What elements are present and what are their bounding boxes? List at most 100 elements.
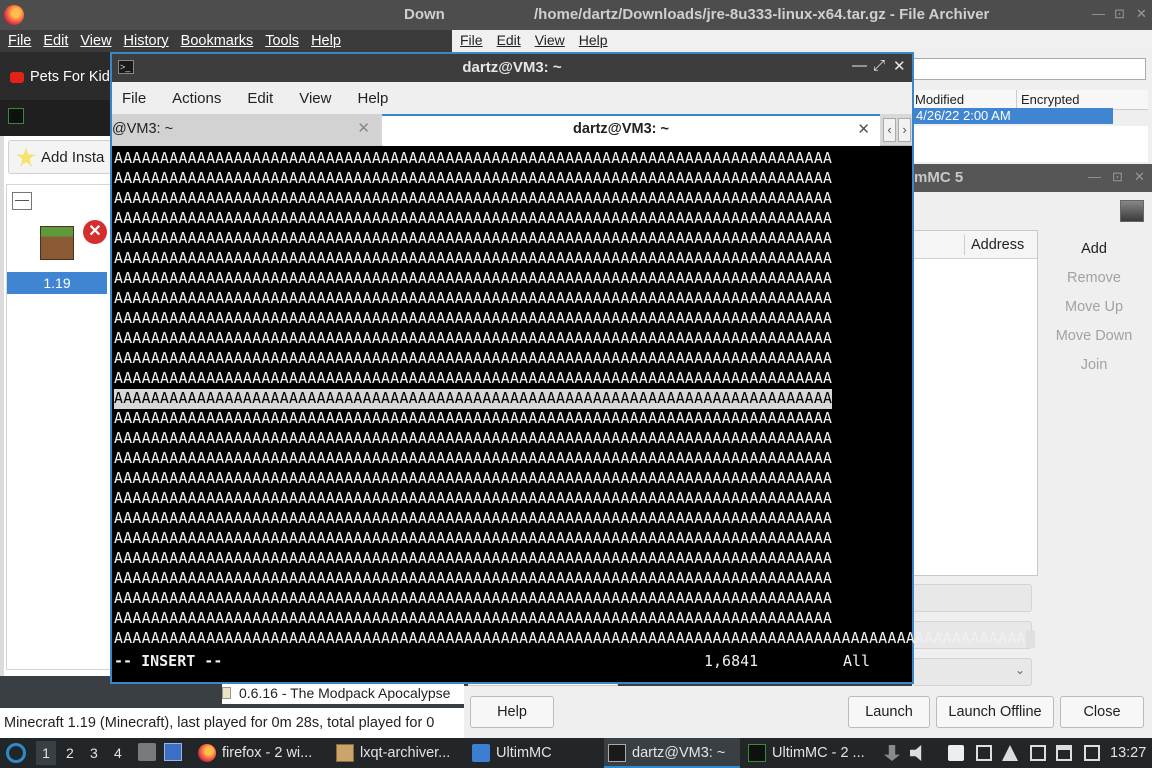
close-icon[interactable]: ✕	[1134, 169, 1145, 185]
archiver-row-selected[interactable]: 4/26/22 2:00 AM	[912, 108, 1113, 124]
terminal-line: AAAAAAAAAAAAAAAAAAAAAAAAAAAAAAAAAAAAAAAA…	[114, 550, 833, 567]
launch-offline-button[interactable]: Launch Offline	[936, 696, 1054, 728]
minimize-icon[interactable]: —	[1088, 169, 1101, 184]
minimize-icon[interactable]: —	[1092, 6, 1105, 21]
maximize-icon[interactable]: ⊡	[1112, 169, 1123, 185]
column-address[interactable]: Address	[971, 237, 1024, 253]
terminal-line: AAAAAAAAAAAAAAAAAAAAAAAAAAAAAAAAAAAAAAAA…	[114, 590, 833, 607]
terminal-output[interactable]: AAAAAAAAAAAAAAAAAAAAAAAAAAAAAAAAAAAAAAAA…	[114, 146, 1035, 680]
add-instance-button[interactable]: Add Insta	[8, 140, 112, 174]
task-terminal[interactable]: dartz@VM3: ~	[604, 738, 740, 768]
youtube-icon	[10, 71, 24, 83]
firefox-menubar: File Edit View History Bookmarks Tools H…	[0, 30, 460, 52]
firefox-toolbar-gap	[0, 52, 112, 62]
archiver-path-input[interactable]	[912, 58, 1146, 80]
keyboard-icon[interactable]	[1084, 745, 1100, 761]
terminal-menu-actions[interactable]: Actions	[172, 90, 221, 107]
collapse-group-icon[interactable]	[12, 192, 32, 210]
close-button[interactable]: Close	[1060, 696, 1144, 728]
close-icon[interactable]: ✕	[1136, 6, 1147, 22]
server-name-field[interactable]	[912, 584, 1032, 612]
start-menu-icon[interactable]	[6, 743, 26, 763]
close-tab-icon[interactable]: ✕	[357, 119, 370, 137]
firefox-menu-file[interactable]: File	[8, 33, 31, 49]
close-tab-icon[interactable]: ✕	[857, 120, 870, 138]
workspace-2[interactable]: 2	[66, 745, 74, 761]
terminal-line: AAAAAAAAAAAAAAAAAAAAAAAAAAAAAAAAAAAAAAAA…	[114, 370, 833, 387]
help-button[interactable]: Help	[470, 696, 554, 728]
archiver-titlebar: /home/dartz/Downloads/jre-8u333-linux-x6…	[452, 0, 1152, 30]
terminal-line: AAAAAAAAAAAAAAAAAAAAAAAAAAAAAAAAAAAAAAAA…	[114, 530, 833, 547]
firefox-bookmark-item[interactable]: Pets For Kid	[0, 62, 112, 92]
firefox-menu-history[interactable]: History	[124, 33, 169, 49]
firefox-menu-help[interactable]: Help	[311, 33, 341, 49]
terminal-line-highlighted: AAAAAAAAAAAAAAAAAAAAAAAAAAAAAAAAAAAAAAAA…	[114, 389, 833, 409]
move-down-button[interactable]: Move Down	[1044, 328, 1144, 344]
terminal-line: AAAAAAAAAAAAAAAAAAAAAAAAAAAAAAAAAAAAAAAA…	[114, 250, 833, 267]
file-manager-launcher-icon[interactable]	[138, 743, 156, 761]
firefox-menu-edit[interactable]: Edit	[43, 33, 68, 49]
add-server-button[interactable]: Add	[1044, 241, 1144, 257]
download-icon[interactable]	[884, 745, 900, 761]
close-icon[interactable]: ✕	[893, 57, 906, 75]
resource-pack-select[interactable]: ⌄	[912, 658, 1032, 686]
terminal-menu-view[interactable]: View	[299, 90, 331, 107]
task-archiver[interactable]: lxqt-archiver...	[332, 738, 450, 768]
error-icon: ✕	[83, 220, 107, 244]
archiver-file-list[interactable]	[912, 126, 1148, 162]
remove-server-button[interactable]: Remove	[1044, 270, 1144, 286]
archiver-menu-help[interactable]: Help	[579, 32, 608, 48]
tab-label: @VM3: ~	[112, 121, 174, 137]
terminal-menu-file[interactable]: File	[122, 90, 146, 107]
modpack-item[interactable]: 0.6.16 - The Modpack Apocalypse	[222, 682, 464, 704]
terminal-line: AAAAAAAAAAAAAAAAAAAAAAAAAAAAAAAAAAAAAAAA…	[114, 150, 833, 167]
tab-terminal-1[interactable]: @VM3: ~ ✕	[112, 114, 380, 146]
server-list[interactable]	[912, 230, 1038, 576]
instance-label-selected[interactable]: 1.19	[7, 272, 107, 294]
screen-icon[interactable]	[976, 745, 992, 761]
workspace-3[interactable]: 3	[90, 745, 98, 761]
terminal-line: AAAAAAAAAAAAAAAAAAAAAAAAAAAAAAAAAAAAAAAA…	[114, 490, 833, 507]
task-ultimmc[interactable]: UltimMC - 2 ...	[744, 738, 865, 768]
terminal-menubar: File Actions Edit View Help	[112, 82, 912, 114]
volume-icon[interactable]	[910, 745, 922, 761]
clock[interactable]: 13:27	[1110, 745, 1146, 761]
clipboard-icon[interactable]	[948, 745, 964, 761]
column-encrypted[interactable]: Encrypted	[1021, 92, 1080, 107]
maximize-icon[interactable]: ⤢	[873, 57, 885, 74]
firefox-menu-bookmarks[interactable]: Bookmarks	[181, 33, 254, 49]
star-icon	[17, 148, 35, 166]
firefox-icon	[4, 5, 24, 25]
terminal-menu-help[interactable]: Help	[357, 90, 388, 107]
minimize-icon[interactable]: —	[852, 57, 867, 74]
vim-cursor-position: 1,6841	[704, 652, 759, 670]
archiver-menu-view[interactable]: View	[535, 32, 565, 48]
archiver-menu-file[interactable]: File	[460, 32, 483, 48]
task-ultimmc-folder[interactable]: UltimMC	[468, 738, 552, 768]
move-up-button[interactable]: Move Up	[1044, 299, 1144, 315]
archiver-menu-edit[interactable]: Edit	[497, 32, 521, 48]
workspace-1[interactable]: 1	[36, 741, 56, 765]
vim-mode: -- INSERT --	[114, 652, 223, 670]
task-firefox[interactable]: firefox - 2 wi...	[194, 738, 312, 768]
show-desktop-icon[interactable]	[164, 743, 182, 761]
tab-scroll-left-icon[interactable]: ‹	[883, 118, 896, 142]
firefox-menu-tools[interactable]: Tools	[265, 33, 299, 49]
terminal-line: AAAAAAAAAAAAAAAAAAAAAAAAAAAAAAAAAAAAAAAA…	[114, 190, 833, 207]
terminal-menu-edit[interactable]: Edit	[247, 90, 273, 107]
column-modified[interactable]: Modified	[915, 92, 964, 107]
archiver-menubar: File Edit View Help	[452, 30, 1152, 50]
task-label: firefox - 2 wi...	[222, 745, 313, 761]
display-icon[interactable]	[1030, 745, 1046, 761]
tab-scroll-right-icon[interactable]: ›	[898, 118, 911, 142]
firefox-menu-view[interactable]: View	[80, 33, 111, 49]
join-server-button[interactable]: Join	[1044, 357, 1144, 373]
grass-block-icon[interactable]	[40, 226, 74, 260]
window-icon[interactable]	[1056, 745, 1072, 761]
terminal-line: AAAAAAAAAAAAAAAAAAAAAAAAAAAAAAAAAAAAAAAA…	[114, 330, 833, 347]
network-icon[interactable]	[1002, 745, 1018, 761]
workspace-4[interactable]: 4	[114, 745, 122, 761]
tab-terminal-2[interactable]: dartz@VM3: ~ ✕	[382, 114, 880, 146]
maximize-icon[interactable]: ⊡	[1114, 6, 1125, 22]
launch-button[interactable]: Launch	[848, 696, 930, 728]
